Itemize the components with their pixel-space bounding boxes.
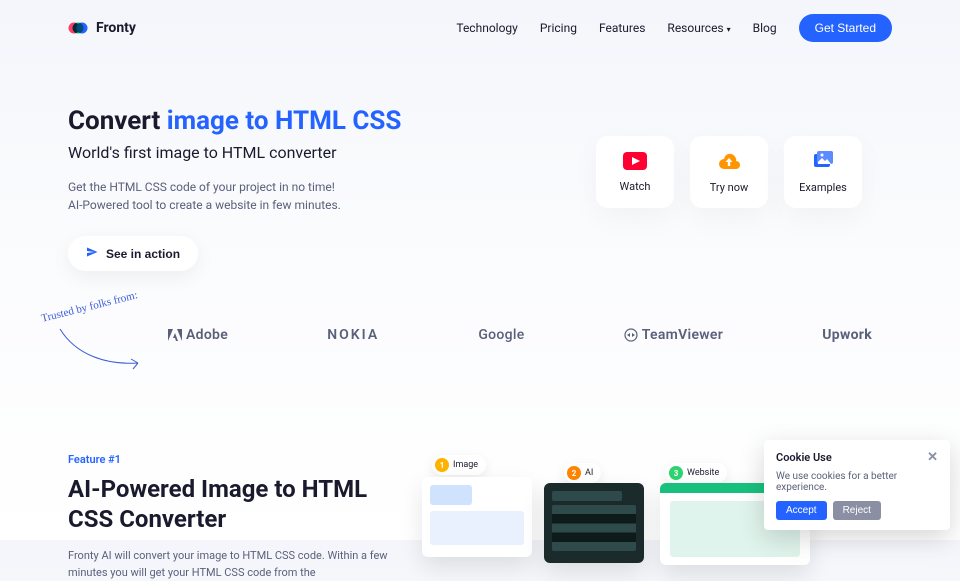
cookie-header: Cookie Use ✕ — [776, 450, 938, 465]
logo-nokia: NOKIA — [327, 327, 379, 343]
cookie-actions: Accept Reject — [776, 501, 938, 520]
cookie-text: We use cookies for a better experience. — [776, 471, 938, 493]
teamviewer-icon — [624, 328, 638, 342]
stage-pill-image: 1 Image — [432, 455, 486, 475]
brand-logo-icon — [68, 21, 90, 35]
trusted-by-section: Trusted by folks from: Adobe NOKIA Googl… — [0, 271, 960, 343]
cookie-title: Cookie Use — [776, 451, 832, 464]
card-label: Try now — [710, 181, 749, 194]
nav-blog[interactable]: Blog — [753, 21, 777, 35]
chevron-down-icon: ▾ — [727, 25, 731, 34]
hero-subtitle: World's first image to HTML converter — [68, 143, 401, 162]
cookie-reject-button[interactable]: Reject — [833, 501, 881, 520]
hero-title: Convert image to HTML CSS — [68, 106, 401, 137]
see-in-action-button[interactable]: See in action — [68, 236, 198, 271]
feature-tag: Feature #1 — [68, 453, 388, 466]
card-label: Watch — [620, 180, 651, 193]
cloud-upload-icon — [717, 151, 741, 175]
card-label: Examples — [799, 181, 847, 194]
cookie-accept-button[interactable]: Accept — [776, 501, 827, 520]
feature-copy: Feature #1 AI-Powered Image to HTML CSS … — [68, 453, 388, 581]
brand[interactable]: Fronty — [68, 20, 136, 36]
feature-title: AI-Powered Image to HTML CSS Converter — [68, 474, 388, 534]
youtube-icon — [623, 152, 647, 174]
hero-section: Convert image to HTML CSS World's first … — [0, 56, 960, 271]
cookie-banner: Cookie Use ✕ We use cookies for a better… — [764, 440, 950, 530]
feature-description: Fronty AI will convert your image to HTM… — [68, 548, 388, 581]
adobe-icon — [168, 329, 182, 341]
nav-pricing[interactable]: Pricing — [540, 21, 577, 35]
try-now-card[interactable]: Try now — [690, 136, 768, 208]
mock-image-icon — [422, 477, 532, 557]
hero-description: Get the HTML CSS code of your project in… — [68, 178, 401, 214]
watch-card[interactable]: Watch — [596, 136, 674, 208]
stage-pill-ai: 2 AI — [564, 463, 601, 483]
paper-plane-icon — [86, 246, 98, 261]
close-icon[interactable]: ✕ — [927, 450, 938, 465]
hero-copy: Convert image to HTML CSS World's first … — [68, 106, 401, 271]
trusted-logos: Adobe NOKIA Google TeamViewer Upwork — [68, 327, 892, 343]
stage-pill-website: 3 Website — [666, 463, 727, 483]
logo-adobe: Adobe — [168, 327, 228, 343]
logo-upwork: Upwork — [822, 327, 872, 343]
hero-cards: Watch Try now Examples — [596, 106, 892, 271]
arrow-icon — [56, 325, 146, 375]
nav-features[interactable]: Features — [599, 21, 645, 35]
get-started-button[interactable]: Get Started — [799, 14, 892, 42]
brand-name: Fronty — [96, 20, 136, 36]
nav-technology[interactable]: Technology — [456, 21, 517, 35]
mock-code-icon — [544, 483, 644, 563]
logo-teamviewer: TeamViewer — [624, 327, 723, 343]
nav-resources[interactable]: Resources ▾ — [667, 21, 730, 35]
photo-stack-icon — [811, 151, 835, 175]
logo-google: Google — [478, 327, 524, 343]
site-header: Fronty Technology Pricing Features Resou… — [0, 0, 960, 56]
examples-card[interactable]: Examples — [784, 136, 862, 208]
top-nav: Technology Pricing Features Resources ▾ … — [456, 14, 892, 42]
trusted-label: Trusted by folks from: — [40, 289, 139, 325]
